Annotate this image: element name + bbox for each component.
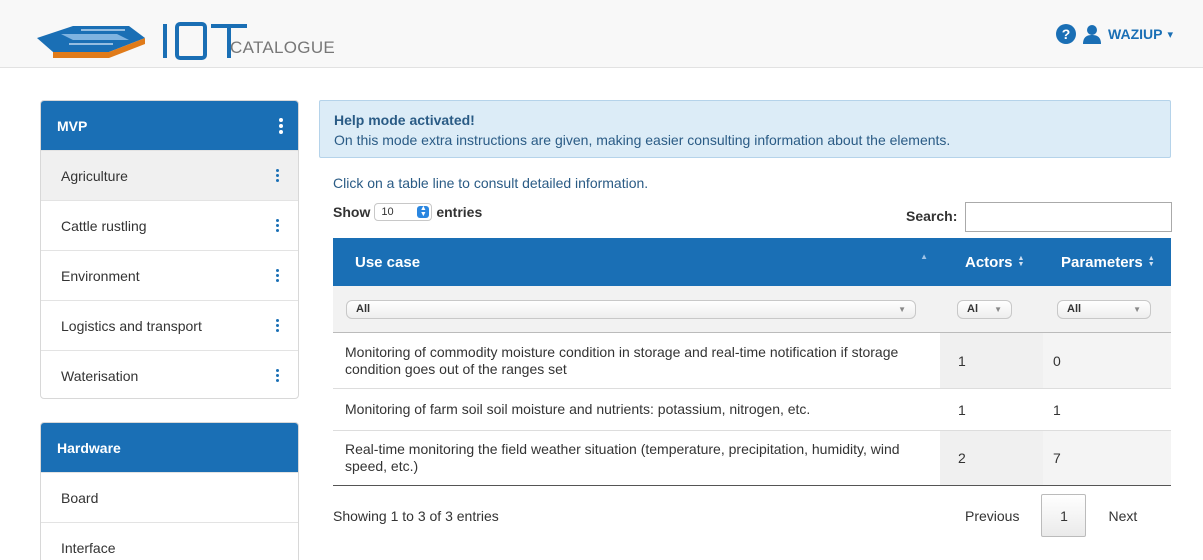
previous-page-button[interactable]: Previous bbox=[955, 508, 1029, 524]
use-case-cell: Monitoring of commodity moisture conditi… bbox=[345, 343, 899, 377]
sidebar-item-board[interactable]: Board bbox=[41, 472, 298, 522]
help-mode-title: Help mode activated! bbox=[334, 112, 475, 128]
use-case-cell: Monitoring of farm soil soil moisture an… bbox=[345, 401, 811, 417]
filter-value: Al bbox=[967, 303, 978, 315]
header-user-area: ? WAZIUP ▾ bbox=[1056, 24, 1173, 44]
table-instructions: Click on a table line to consult detaile… bbox=[333, 175, 649, 191]
help-icon[interactable]: ? bbox=[1056, 24, 1077, 44]
caret-down-icon[interactable]: ▾ bbox=[1167, 28, 1173, 41]
column-header-use-case[interactable]: Use case ▲ bbox=[333, 238, 940, 286]
sidebar-item-label: Agriculture bbox=[61, 167, 128, 184]
mvp-panel: MVP Agriculture Cattle rustling Environm… bbox=[40, 100, 299, 399]
sidebar-item-label: Board bbox=[61, 489, 99, 506]
user-icon[interactable] bbox=[1082, 24, 1102, 44]
parameters-cell: 1 bbox=[1053, 401, 1061, 418]
table-row[interactable]: Real-time monitoring the field weather s… bbox=[333, 431, 1171, 486]
sidebar-item-waterisation[interactable]: Waterisation bbox=[41, 350, 298, 398]
sidebar-item-agriculture[interactable]: Agriculture bbox=[41, 150, 298, 200]
use-case-filter-select[interactable]: All ▼ bbox=[346, 299, 916, 319]
table-row[interactable]: Monitoring of farm soil soil moisture an… bbox=[333, 389, 1171, 431]
column-header-actors[interactable]: Actors ▲ ▼ bbox=[940, 238, 1043, 286]
sidebar-item-cattle-rustling[interactable]: Cattle rustling bbox=[41, 200, 298, 250]
sidebar-item-interface[interactable]: Interface bbox=[41, 522, 298, 560]
parameters-filter-select[interactable]: All ▼ bbox=[1057, 299, 1151, 319]
search-label: Search: bbox=[906, 208, 958, 224]
column-header-label: Use case bbox=[355, 253, 421, 271]
help-mode-text: On this mode extra instructions are give… bbox=[334, 132, 951, 148]
top-header: CATALOGUE ? WAZIUP ▾ bbox=[0, 0, 1203, 68]
pagination: Previous 1 Next bbox=[955, 494, 1147, 537]
table-header-row: Use case ▲ Actors ▲ ▼ Parameters ▲ ▼ bbox=[333, 238, 1171, 286]
page-length-select[interactable]: 10 ▲ ▼ bbox=[374, 203, 433, 221]
entries-label: entries bbox=[436, 204, 483, 220]
use-case-table: Use case ▲ Actors ▲ ▼ Parameters ▲ ▼ All ▼… bbox=[333, 238, 1171, 486]
actors-cell: 2 bbox=[940, 431, 1043, 485]
sidebar-item-label: Logistics and transport bbox=[61, 317, 202, 334]
filter-value: All bbox=[1067, 303, 1082, 315]
sidebar-item-label: Interface bbox=[61, 539, 116, 556]
sidebar-item-label: Environment bbox=[61, 267, 140, 284]
column-header-label: Actors bbox=[965, 253, 1013, 271]
length-control: Show 10 ▲ ▼ entries bbox=[333, 203, 482, 221]
parameters-cell: 0 bbox=[1043, 333, 1171, 388]
actors-filter-select[interactable]: Al ▼ bbox=[957, 299, 1012, 319]
sort-ascending-icon: ▲ bbox=[920, 252, 928, 261]
actors-cell: 1 bbox=[940, 333, 1043, 388]
hardware-panel-header[interactable]: Hardware bbox=[41, 423, 298, 472]
mvp-panel-header[interactable]: MVP bbox=[41, 101, 298, 150]
sidebar-item-label: Cattle rustling bbox=[61, 217, 147, 234]
parameters-cell: 7 bbox=[1043, 431, 1171, 485]
select-arrows-icon: ▲ ▼ bbox=[417, 205, 430, 218]
mvp-panel-title: MVP bbox=[57, 117, 88, 134]
actors-cell: 1 bbox=[958, 401, 966, 418]
sidebar-item-environment[interactable]: Environment bbox=[41, 250, 298, 300]
chevron-down-icon: ▼ bbox=[994, 304, 1002, 314]
kebab-menu-icon[interactable] bbox=[274, 269, 280, 282]
chevron-down-icon: ▼ bbox=[898, 304, 906, 314]
kebab-menu-icon[interactable] bbox=[274, 169, 280, 182]
table-info: Showing 1 to 3 of 3 entries bbox=[333, 508, 499, 524]
search-input[interactable] bbox=[965, 202, 1172, 232]
page-length-value: 10 bbox=[381, 206, 394, 218]
table-row[interactable]: Monitoring of commodity moisture conditi… bbox=[333, 333, 1171, 389]
logo-catalogue-text: CATALOGUE bbox=[230, 38, 336, 57]
sort-icon: ▲ ▼ bbox=[1147, 255, 1155, 268]
hardware-panel: Hardware Board Interface bbox=[40, 422, 299, 560]
hardware-panel-title: Hardware bbox=[57, 439, 121, 456]
filter-value: All bbox=[356, 303, 371, 315]
column-header-parameters[interactable]: Parameters ▲ ▼ bbox=[1043, 238, 1171, 286]
page-1-button[interactable]: 1 bbox=[1041, 494, 1087, 537]
show-label: Show bbox=[333, 204, 371, 220]
next-page-button[interactable]: Next bbox=[1098, 508, 1147, 524]
chevron-down-icon: ▼ bbox=[1133, 304, 1141, 314]
kebab-menu-icon[interactable] bbox=[274, 319, 280, 332]
column-header-label: Parameters bbox=[1061, 253, 1143, 271]
sort-icon: ▲ ▼ bbox=[1017, 255, 1025, 268]
sidebar-item-logistics[interactable]: Logistics and transport bbox=[41, 300, 298, 350]
filter-row: All ▼ Al ▼ All ▼ bbox=[333, 286, 1171, 333]
kebab-menu-icon[interactable] bbox=[278, 117, 284, 134]
help-mode-alert: Help mode activated! On this mode extra … bbox=[319, 100, 1171, 158]
kebab-menu-icon[interactable] bbox=[274, 369, 280, 382]
user-menu-button[interactable]: WAZIUP bbox=[1108, 26, 1162, 42]
kebab-menu-icon[interactable] bbox=[274, 219, 280, 232]
use-case-cell: Real-time monitoring the field weather s… bbox=[345, 441, 900, 474]
sidebar-item-label: Waterisation bbox=[61, 367, 139, 384]
